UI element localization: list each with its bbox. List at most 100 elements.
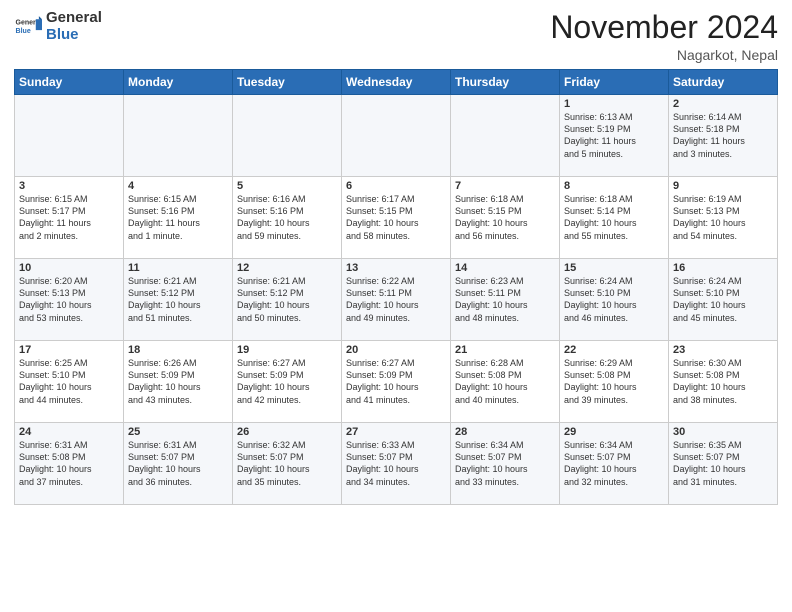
day-number: 28 — [455, 426, 555, 438]
calendar-cell: 23Sunrise: 6:30 AM Sunset: 5:08 PM Dayli… — [669, 341, 778, 423]
day-info: Sunrise: 6:21 AM Sunset: 5:12 PM Dayligh… — [128, 275, 228, 324]
day-info: Sunrise: 6:14 AM Sunset: 5:18 PM Dayligh… — [673, 111, 773, 160]
day-info: Sunrise: 6:27 AM Sunset: 5:09 PM Dayligh… — [237, 357, 337, 406]
calendar-cell: 6Sunrise: 6:17 AM Sunset: 5:15 PM Daylig… — [342, 177, 451, 259]
svg-text:Blue: Blue — [16, 28, 31, 35]
day-info: Sunrise: 6:15 AM Sunset: 5:17 PM Dayligh… — [19, 193, 119, 242]
calendar-cell: 8Sunrise: 6:18 AM Sunset: 5:14 PM Daylig… — [560, 177, 669, 259]
day-number: 15 — [564, 262, 664, 274]
calendar-cell: 12Sunrise: 6:21 AM Sunset: 5:12 PM Dayli… — [233, 259, 342, 341]
calendar-cell: 28Sunrise: 6:34 AM Sunset: 5:07 PM Dayli… — [451, 423, 560, 505]
day-number: 5 — [237, 180, 337, 192]
calendar-cell: 25Sunrise: 6:31 AM Sunset: 5:07 PM Dayli… — [124, 423, 233, 505]
day-number: 7 — [455, 180, 555, 192]
week-row-2: 3Sunrise: 6:15 AM Sunset: 5:17 PM Daylig… — [15, 177, 778, 259]
day-info: Sunrise: 6:18 AM Sunset: 5:14 PM Dayligh… — [564, 193, 664, 242]
day-number: 27 — [346, 426, 446, 438]
day-number: 12 — [237, 262, 337, 274]
day-number: 19 — [237, 344, 337, 356]
calendar-cell: 26Sunrise: 6:32 AM Sunset: 5:07 PM Dayli… — [233, 423, 342, 505]
calendar-cell: 3Sunrise: 6:15 AM Sunset: 5:17 PM Daylig… — [15, 177, 124, 259]
day-number: 30 — [673, 426, 773, 438]
day-info: Sunrise: 6:16 AM Sunset: 5:16 PM Dayligh… — [237, 193, 337, 242]
day-number: 25 — [128, 426, 228, 438]
day-info: Sunrise: 6:35 AM Sunset: 5:07 PM Dayligh… — [673, 439, 773, 488]
day-number: 26 — [237, 426, 337, 438]
calendar-cell: 27Sunrise: 6:33 AM Sunset: 5:07 PM Dayli… — [342, 423, 451, 505]
calendar-cell: 7Sunrise: 6:18 AM Sunset: 5:15 PM Daylig… — [451, 177, 560, 259]
calendar-cell: 21Sunrise: 6:28 AM Sunset: 5:08 PM Dayli… — [451, 341, 560, 423]
day-info: Sunrise: 6:24 AM Sunset: 5:10 PM Dayligh… — [564, 275, 664, 324]
calendar-cell: 14Sunrise: 6:23 AM Sunset: 5:11 PM Dayli… — [451, 259, 560, 341]
day-info: Sunrise: 6:21 AM Sunset: 5:12 PM Dayligh… — [237, 275, 337, 324]
day-number: 1 — [564, 98, 664, 110]
day-info: Sunrise: 6:34 AM Sunset: 5:07 PM Dayligh… — [564, 439, 664, 488]
calendar-cell — [233, 95, 342, 177]
header: General Blue General Blue November 2024 … — [14, 10, 778, 63]
calendar-cell: 30Sunrise: 6:35 AM Sunset: 5:07 PM Dayli… — [669, 423, 778, 505]
calendar-cell: 22Sunrise: 6:29 AM Sunset: 5:08 PM Dayli… — [560, 341, 669, 423]
weekday-header-wednesday: Wednesday — [342, 70, 451, 95]
title-area: November 2024 Nagarkot, Nepal — [550, 10, 778, 63]
week-row-3: 10Sunrise: 6:20 AM Sunset: 5:13 PM Dayli… — [15, 259, 778, 341]
weekday-header-row: SundayMondayTuesdayWednesdayThursdayFrid… — [15, 70, 778, 95]
day-info: Sunrise: 6:28 AM Sunset: 5:08 PM Dayligh… — [455, 357, 555, 406]
day-number: 20 — [346, 344, 446, 356]
calendar-cell — [342, 95, 451, 177]
day-number: 10 — [19, 262, 119, 274]
calendar-cell — [124, 95, 233, 177]
day-info: Sunrise: 6:26 AM Sunset: 5:09 PM Dayligh… — [128, 357, 228, 406]
day-info: Sunrise: 6:30 AM Sunset: 5:08 PM Dayligh… — [673, 357, 773, 406]
day-number: 17 — [19, 344, 119, 356]
day-number: 29 — [564, 426, 664, 438]
day-info: Sunrise: 6:18 AM Sunset: 5:15 PM Dayligh… — [455, 193, 555, 242]
day-info: Sunrise: 6:32 AM Sunset: 5:07 PM Dayligh… — [237, 439, 337, 488]
day-info: Sunrise: 6:15 AM Sunset: 5:16 PM Dayligh… — [128, 193, 228, 242]
calendar-cell: 29Sunrise: 6:34 AM Sunset: 5:07 PM Dayli… — [560, 423, 669, 505]
weekday-header-sunday: Sunday — [15, 70, 124, 95]
day-number: 24 — [19, 426, 119, 438]
day-info: Sunrise: 6:24 AM Sunset: 5:10 PM Dayligh… — [673, 275, 773, 324]
calendar-cell — [15, 95, 124, 177]
calendar-cell: 2Sunrise: 6:14 AM Sunset: 5:18 PM Daylig… — [669, 95, 778, 177]
day-number: 16 — [673, 262, 773, 274]
day-info: Sunrise: 6:23 AM Sunset: 5:11 PM Dayligh… — [455, 275, 555, 324]
weekday-header-monday: Monday — [124, 70, 233, 95]
day-number: 11 — [128, 262, 228, 274]
logo: General Blue General Blue — [14, 10, 102, 43]
calendar-body: 1Sunrise: 6:13 AM Sunset: 5:19 PM Daylig… — [15, 95, 778, 505]
day-info: Sunrise: 6:20 AM Sunset: 5:13 PM Dayligh… — [19, 275, 119, 324]
day-info: Sunrise: 6:13 AM Sunset: 5:19 PM Dayligh… — [564, 111, 664, 160]
day-info: Sunrise: 6:29 AM Sunset: 5:08 PM Dayligh… — [564, 357, 664, 406]
day-number: 22 — [564, 344, 664, 356]
calendar-cell: 11Sunrise: 6:21 AM Sunset: 5:12 PM Dayli… — [124, 259, 233, 341]
day-number: 2 — [673, 98, 773, 110]
day-info: Sunrise: 6:31 AM Sunset: 5:07 PM Dayligh… — [128, 439, 228, 488]
week-row-5: 24Sunrise: 6:31 AM Sunset: 5:08 PM Dayli… — [15, 423, 778, 505]
day-info: Sunrise: 6:31 AM Sunset: 5:08 PM Dayligh… — [19, 439, 119, 488]
day-number: 3 — [19, 180, 119, 192]
day-info: Sunrise: 6:19 AM Sunset: 5:13 PM Dayligh… — [673, 193, 773, 242]
logo-icon: General Blue — [14, 13, 42, 41]
day-info: Sunrise: 6:25 AM Sunset: 5:10 PM Dayligh… — [19, 357, 119, 406]
calendar-header: SundayMondayTuesdayWednesdayThursdayFrid… — [15, 70, 778, 95]
weekday-header-thursday: Thursday — [451, 70, 560, 95]
day-number: 13 — [346, 262, 446, 274]
calendar-cell: 4Sunrise: 6:15 AM Sunset: 5:16 PM Daylig… — [124, 177, 233, 259]
day-number: 8 — [564, 180, 664, 192]
weekday-header-saturday: Saturday — [669, 70, 778, 95]
day-info: Sunrise: 6:34 AM Sunset: 5:07 PM Dayligh… — [455, 439, 555, 488]
week-row-4: 17Sunrise: 6:25 AM Sunset: 5:10 PM Dayli… — [15, 341, 778, 423]
calendar-cell: 10Sunrise: 6:20 AM Sunset: 5:13 PM Dayli… — [15, 259, 124, 341]
logo-general: General — [46, 9, 102, 26]
day-number: 21 — [455, 344, 555, 356]
calendar-cell: 9Sunrise: 6:19 AM Sunset: 5:13 PM Daylig… — [669, 177, 778, 259]
day-info: Sunrise: 6:17 AM Sunset: 5:15 PM Dayligh… — [346, 193, 446, 242]
calendar-cell: 17Sunrise: 6:25 AM Sunset: 5:10 PM Dayli… — [15, 341, 124, 423]
day-number: 9 — [673, 180, 773, 192]
day-number: 6 — [346, 180, 446, 192]
day-info: Sunrise: 6:33 AM Sunset: 5:07 PM Dayligh… — [346, 439, 446, 488]
day-info: Sunrise: 6:27 AM Sunset: 5:09 PM Dayligh… — [346, 357, 446, 406]
weekday-header-tuesday: Tuesday — [233, 70, 342, 95]
calendar-cell: 24Sunrise: 6:31 AM Sunset: 5:08 PM Dayli… — [15, 423, 124, 505]
